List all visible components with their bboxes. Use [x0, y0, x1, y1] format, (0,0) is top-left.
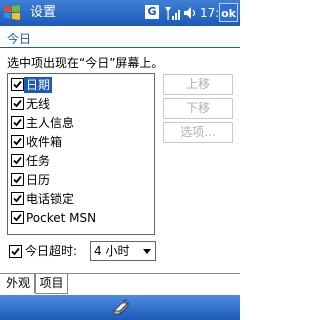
- list-item-label: 无线: [26, 97, 51, 111]
- item-checkbox[interactable]: [11, 173, 24, 186]
- item-checkbox[interactable]: [11, 135, 24, 148]
- timeout-label: 今日超时:: [25, 244, 78, 258]
- item-checkbox[interactable]: [11, 116, 24, 129]
- instruction-text: 选中项出现在“今日”屏幕上。: [7, 56, 164, 70]
- item-checkbox[interactable]: [11, 211, 24, 224]
- list-item-label: 主人信息: [26, 116, 75, 130]
- volume-icon[interactable]: [183, 5, 197, 21]
- signal-icon[interactable]: [163, 5, 181, 21]
- item-checkbox[interactable]: [11, 154, 24, 167]
- today-items-list[interactable]: 日期 无线 主人信息 收件箱 任务 日历 电话锁定 Pocket MSN: [7, 73, 155, 235]
- list-item[interactable]: 日期: [9, 76, 153, 94]
- list-item-label: 任务: [26, 154, 51, 168]
- app-title: 设置: [30, 5, 57, 20]
- timeout-dropdown[interactable]: 4 小时: [90, 241, 156, 261]
- keyboard-icon[interactable]: [111, 299, 131, 316]
- list-item[interactable]: 收件箱: [9, 133, 153, 151]
- tab-items[interactable]: 项目: [35, 274, 68, 294]
- item-checkbox[interactable]: [11, 97, 24, 110]
- move-up-button[interactable]: 上移: [163, 74, 233, 95]
- list-item-label: Pocket MSN: [26, 211, 97, 225]
- checkmark-icon: [11, 247, 20, 256]
- item-checkbox[interactable]: [11, 78, 24, 91]
- options-button[interactable]: 选项...: [163, 122, 233, 143]
- list-item-label: 日期: [24, 77, 53, 93]
- chevron-down-icon: [143, 249, 151, 254]
- list-item[interactable]: 电话锁定: [9, 190, 153, 208]
- page-heading: 今日: [7, 32, 32, 46]
- ok-button[interactable]: ok: [219, 3, 238, 22]
- list-item[interactable]: Pocket MSN: [9, 209, 153, 227]
- timeout-value: 4 小时: [94, 244, 130, 258]
- list-item[interactable]: 任务: [9, 152, 153, 170]
- timeout-checkbox[interactable]: [9, 245, 22, 258]
- item-checkbox[interactable]: [11, 192, 24, 205]
- network-badge[interactable]: G: [145, 5, 159, 19]
- list-item-label: 收件箱: [26, 135, 63, 149]
- list-item-label: 电话锁定: [26, 192, 75, 206]
- list-item[interactable]: 日历: [9, 171, 153, 189]
- heading-divider: [0, 47, 240, 48]
- list-item[interactable]: 主人信息: [9, 114, 153, 132]
- list-item[interactable]: 无线: [9, 95, 153, 113]
- list-item-label: 日历: [26, 173, 51, 187]
- tab-appearance[interactable]: 外观: [2, 274, 35, 293]
- move-down-button[interactable]: 下移: [163, 98, 233, 119]
- windows-start-icon[interactable]: [3, 4, 21, 22]
